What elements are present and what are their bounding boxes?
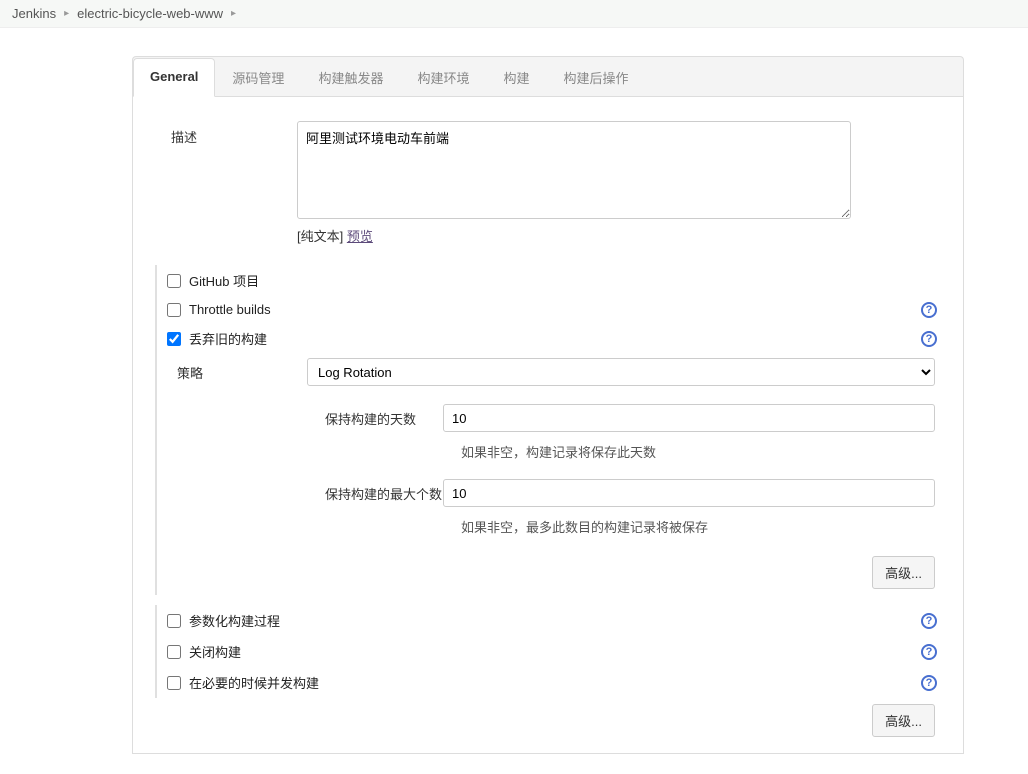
discard-old-row: 丢弃旧的构建 ?: [157, 323, 945, 354]
tab-build[interactable]: 构建: [486, 58, 546, 97]
throttle-builds-checkbox[interactable]: [167, 303, 181, 317]
chevron-right-icon: ▸: [231, 8, 236, 19]
concurrent-build-label: 在必要的时候并发构建: [189, 673, 319, 692]
disable-build-row: 关闭构建 ?: [157, 636, 945, 667]
preview-link[interactable]: 预览: [347, 229, 373, 244]
parameterized-checkbox[interactable]: [167, 614, 181, 628]
days-keep-label: 保持构建的天数: [307, 409, 443, 428]
chevron-right-icon: ▸: [64, 8, 69, 19]
strategy-select[interactable]: Log Rotation: [307, 358, 935, 386]
description-label: 描述: [151, 121, 297, 146]
strategy-label: 策略: [177, 363, 307, 382]
github-project-checkbox[interactable]: [167, 274, 181, 288]
tab-triggers[interactable]: 构建触发器: [301, 58, 400, 97]
throttle-builds-label: Throttle builds: [189, 302, 271, 317]
concurrent-build-row: 在必要的时候并发构建 ?: [157, 667, 945, 698]
tab-scm[interactable]: 源码管理: [215, 58, 301, 97]
tab-general[interactable]: General: [133, 58, 215, 97]
config-tabbar: General 源码管理 构建触发器 构建环境 构建 构建后操作: [132, 56, 964, 96]
breadcrumb-jenkins[interactable]: Jenkins: [12, 6, 56, 21]
days-keep-hint: 如果非空，构建记录将保存此天数: [307, 442, 945, 461]
help-icon[interactable]: ?: [921, 644, 937, 660]
concurrent-build-checkbox[interactable]: [167, 676, 181, 690]
github-project-label: GitHub 项目: [189, 271, 259, 290]
help-icon[interactable]: ?: [921, 331, 937, 347]
description-hint: [纯文本] 预览: [297, 226, 945, 245]
advanced-button[interactable]: 高级...: [872, 556, 935, 589]
discard-old-label: 丢弃旧的构建: [189, 329, 267, 348]
plaintext-label: [纯文本]: [297, 229, 347, 244]
disable-build-label: 关闭构建: [189, 642, 241, 661]
help-icon[interactable]: ?: [921, 613, 937, 629]
days-keep-input[interactable]: [443, 404, 935, 432]
tab-env[interactable]: 构建环境: [400, 58, 486, 97]
throttle-builds-row: Throttle builds ?: [157, 296, 945, 323]
breadcrumb-project[interactable]: electric-bicycle-web-www: [77, 6, 223, 21]
advanced-button-bottom[interactable]: 高级...: [872, 704, 935, 737]
description-textarea[interactable]: 阿里测试环境电动车前端: [297, 121, 851, 219]
parameterized-row: 参数化构建过程 ?: [157, 605, 945, 636]
max-keep-label: 保持构建的最大个数: [307, 484, 443, 503]
config-panel: 描述 阿里测试环境电动车前端 [纯文本] 预览 GitHub 项目 Thrott…: [132, 96, 964, 754]
help-icon[interactable]: ?: [921, 302, 937, 318]
breadcrumb: Jenkins ▸ electric-bicycle-web-www ▸: [0, 0, 1028, 28]
parameterized-label: 参数化构建过程: [189, 611, 280, 630]
help-icon[interactable]: ?: [921, 675, 937, 691]
discard-old-checkbox[interactable]: [167, 332, 181, 346]
tab-post[interactable]: 构建后操作: [546, 58, 645, 97]
disable-build-checkbox[interactable]: [167, 645, 181, 659]
github-project-row: GitHub 项目: [157, 265, 945, 296]
max-keep-input[interactable]: [443, 479, 935, 507]
max-keep-hint: 如果非空，最多此数目的构建记录将被保存: [307, 517, 945, 536]
